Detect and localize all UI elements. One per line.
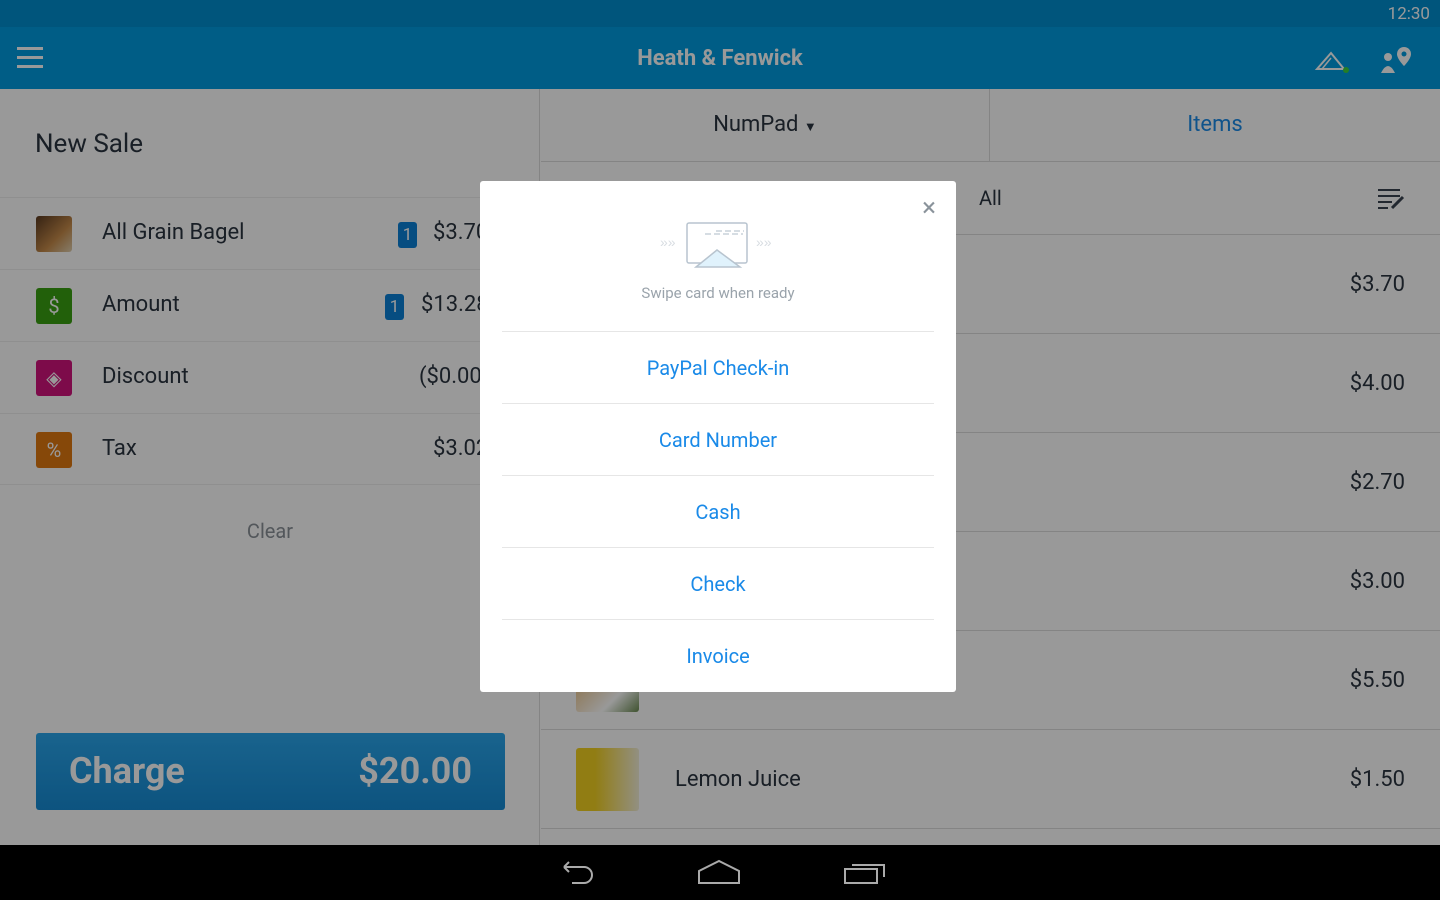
back-icon[interactable] [556, 861, 596, 885]
payment-option[interactable]: Invoice [502, 619, 934, 691]
payment-option[interactable]: PayPal Check-in [502, 331, 934, 403]
swipe-instruction: Swipe card when ready [641, 284, 795, 302]
svg-text:»»: »» [756, 234, 772, 250]
payment-option[interactable]: Check [502, 547, 934, 619]
payment-dialog: × »» »» Swipe card when ready PayPal Che… [480, 181, 956, 692]
close-icon[interactable]: × [922, 195, 936, 221]
svg-text:»»: »» [660, 234, 676, 250]
card-swipe-icon: »» »» [660, 222, 772, 268]
android-nav-bar [0, 845, 1440, 900]
payment-option[interactable]: Card Number [502, 403, 934, 475]
recents-icon[interactable] [844, 861, 886, 885]
payment-option[interactable]: Cash [502, 475, 934, 547]
home-icon[interactable] [697, 859, 741, 885]
